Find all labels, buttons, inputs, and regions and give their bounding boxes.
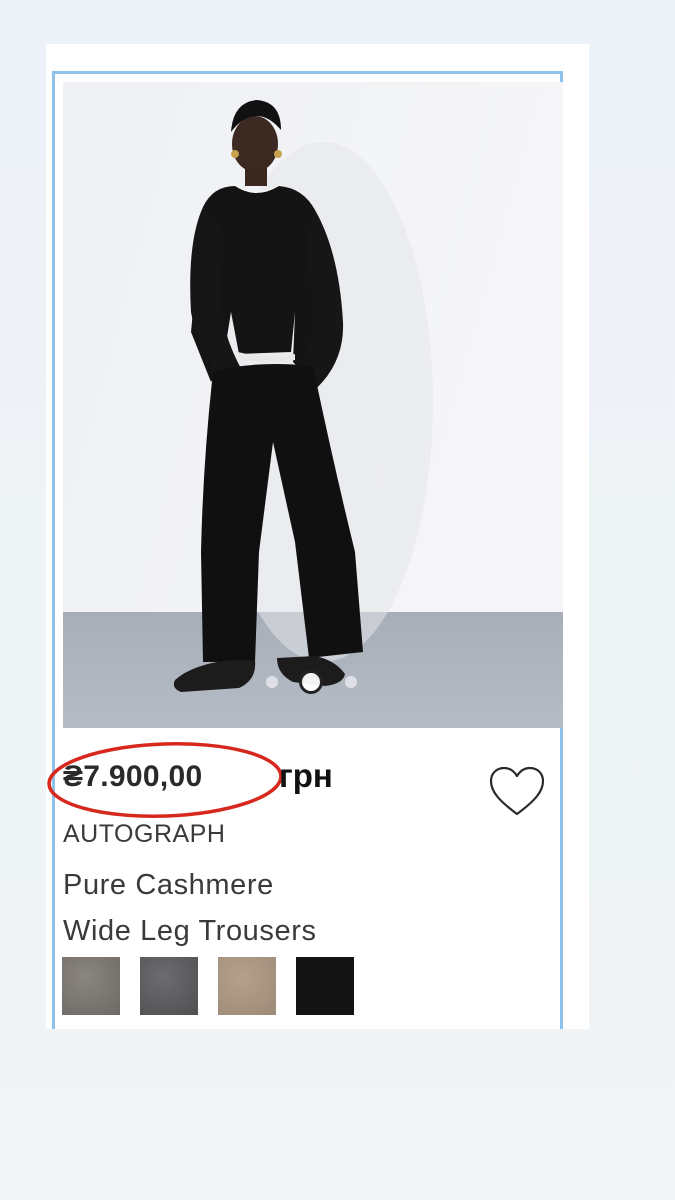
swatch-camel[interactable] [218, 957, 276, 1015]
carousel-dots [63, 669, 563, 695]
product-price: ₴7.900,00 [63, 760, 203, 793]
product-card[interactable]: ₴7.900,00 грн AUTOGRAPH Pure Cashmere Wi… [47, 71, 563, 1029]
swatch-charcoal[interactable] [140, 957, 198, 1015]
product-name-line-2[interactable]: Wide Leg Trousers [63, 915, 317, 948]
color-swatches [62, 957, 362, 1017]
swatch-grey-brown[interactable] [62, 957, 120, 1015]
heart-outline-icon[interactable] [488, 766, 546, 818]
currency-label: грн [279, 757, 333, 794]
product-name-line-1[interactable]: Pure Cashmere [63, 869, 274, 902]
product-image[interactable] [63, 82, 563, 728]
price-row: ₴7.900,00 грн [47, 742, 543, 818]
product-brand: AUTOGRAPH [63, 820, 226, 848]
carousel-dot-1[interactable] [266, 676, 278, 688]
product-photo [63, 82, 563, 728]
swatch-black[interactable] [296, 957, 354, 1015]
carousel-dot-3[interactable] [345, 676, 357, 688]
carousel-dot-2-active[interactable] [299, 670, 323, 694]
